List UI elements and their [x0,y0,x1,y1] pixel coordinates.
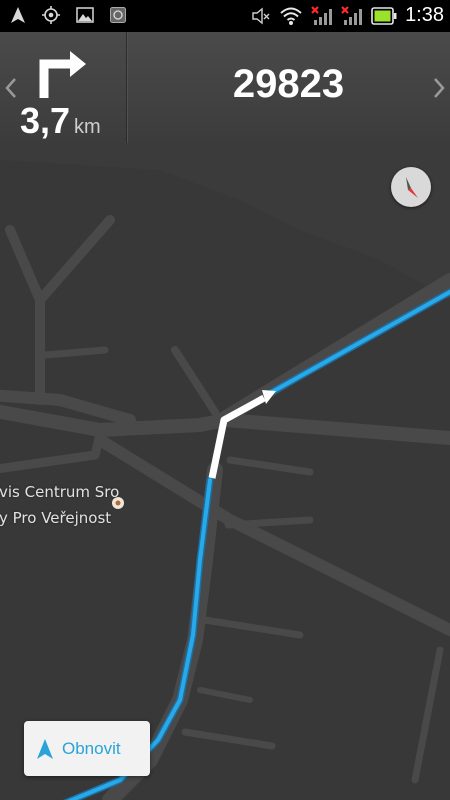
signal-no-service-icon [311,5,333,25]
chevron-right-icon[interactable] [432,76,446,100]
recenter-label: Obnovit [62,738,121,758]
battery-charging-icon [371,6,397,25]
status-time: 1:38 [405,4,444,26]
image-icon [76,7,94,23]
recenter-button[interactable]: Obnovit [24,721,150,776]
map-canvas[interactable] [0,143,450,800]
signal-no-service-icon [341,5,363,25]
wifi-icon [280,7,302,25]
mute-icon [252,7,270,24]
poi-label-line1[interactable]: vis Centrum Sro [0,483,119,501]
distance-to-turn: 3,7 km [20,100,101,142]
poi-label-line2[interactable]: y Pro Veřejnost [0,509,111,527]
turn-right-icon [39,51,86,98]
chevron-left-icon[interactable] [4,76,18,100]
compass-icon [406,177,418,198]
navigation-arrow-icon [37,738,53,759]
status-bar: 1:38 [0,0,450,32]
compass-button[interactable] [391,167,431,207]
app-icon [110,7,126,23]
navigation-arrow-icon [11,7,25,23]
gps-icon [42,6,60,24]
navigation-header: 3,7 km 29823 [0,32,450,144]
distance-value: 3,7 [20,100,71,141]
distance-unit: km [74,116,101,138]
road-name: 29823 [232,62,345,106]
